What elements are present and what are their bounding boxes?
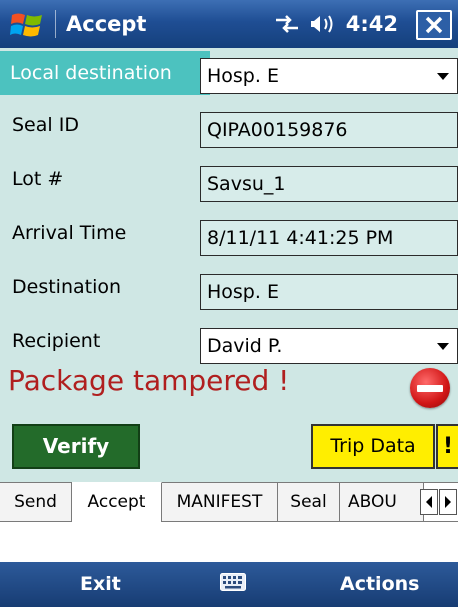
arrow-right-icon xyxy=(445,496,451,508)
local-destination-row: Local destination Hosp. E xyxy=(0,48,458,96)
tab-accept[interactable]: Accept xyxy=(72,482,162,522)
status-icons[interactable]: 4:42 xyxy=(274,12,398,36)
destination-row: Destination Hosp. E xyxy=(0,264,458,312)
lot-row: Lot # Savsu_1 xyxy=(0,156,458,204)
tamper-alert-text: Package tampered ! xyxy=(8,364,290,397)
lot-field[interactable]: Savsu_1 xyxy=(200,166,458,202)
tab-content-area xyxy=(0,522,458,562)
windows-flag-icon[interactable] xyxy=(10,10,44,40)
warning-button[interactable]: ! xyxy=(436,424,458,469)
speaker-icon xyxy=(310,15,333,33)
exit-softkey[interactable]: Exit xyxy=(80,573,121,595)
recipient-row: Recipient David P. xyxy=(0,318,458,366)
recipient-select[interactable]: David P. xyxy=(200,328,458,364)
chevron-down-icon[interactable] xyxy=(437,343,449,350)
arrival-time-label: Arrival Time xyxy=(12,222,127,244)
tab-strip: Send Accept MANIFEST Seal ABOU xyxy=(0,482,458,522)
trip-data-button[interactable]: Trip Data xyxy=(311,424,435,469)
recipient-value: David P. xyxy=(207,335,283,357)
local-destination-value: Hosp. E xyxy=(207,65,279,87)
softkey-bar: Exit Actions xyxy=(0,562,458,607)
local-destination-label: Local destination xyxy=(0,51,210,95)
clock: 4:42 xyxy=(345,12,398,36)
arrow-left-icon xyxy=(426,496,432,508)
actions-softkey[interactable]: Actions xyxy=(340,573,419,595)
close-icon xyxy=(425,16,443,34)
title-bar: Accept 4:42 xyxy=(0,0,458,48)
destination-label: Destination xyxy=(12,276,122,298)
seal-id-label: Seal ID xyxy=(12,114,79,136)
local-destination-select[interactable]: Hosp. E xyxy=(200,58,458,94)
no-entry-icon xyxy=(410,368,450,408)
connectivity-icon xyxy=(275,15,298,33)
tab-seal[interactable]: Seal xyxy=(278,483,340,521)
tab-scroll-right-button[interactable] xyxy=(439,489,457,515)
arrival-time-field[interactable]: 8/11/11 4:41:25 PM xyxy=(200,220,458,256)
window-title: Accept xyxy=(66,12,147,36)
verify-button[interactable]: Verify xyxy=(12,424,140,469)
tab-manifest[interactable]: MANIFEST xyxy=(162,483,278,521)
lot-label: Lot # xyxy=(12,168,64,190)
destination-field[interactable]: Hosp. E xyxy=(200,274,458,310)
tab-send[interactable]: Send xyxy=(0,483,72,521)
seal-id-field[interactable]: QIPA00159876 xyxy=(200,112,458,148)
tab-scroll-left-button[interactable] xyxy=(420,489,438,515)
chevron-down-icon[interactable] xyxy=(437,73,449,80)
recipient-label: Recipient xyxy=(12,330,101,352)
title-separator xyxy=(55,10,56,38)
seal-id-row: Seal ID QIPA00159876 xyxy=(0,102,458,150)
arrival-time-row: Arrival Time 8/11/11 4:41:25 PM xyxy=(0,210,458,258)
tab-about[interactable]: ABOU xyxy=(340,483,424,521)
keyboard-icon[interactable] xyxy=(220,573,246,591)
close-button[interactable] xyxy=(416,10,452,40)
